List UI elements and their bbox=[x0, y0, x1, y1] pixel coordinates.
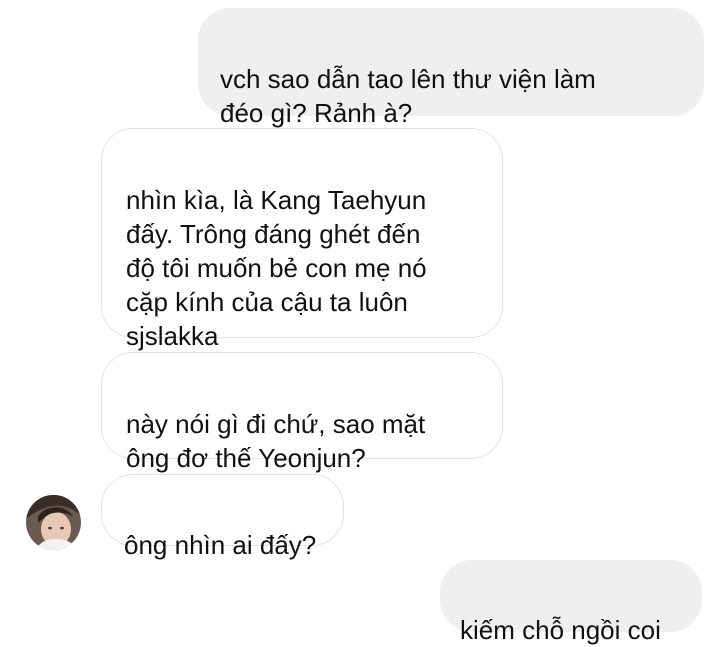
message-bubble-sent[interactable]: kiếm chỗ ngồi coi bbox=[440, 560, 702, 645]
message-text: nhìn kìa, là Kang Taehyun đấy. Trông đán… bbox=[126, 185, 427, 351]
avatar[interactable] bbox=[26, 495, 81, 550]
message-text: vch sao dẫn tao lên thư viện làm đéo gì?… bbox=[220, 64, 596, 128]
avatar-icon bbox=[26, 495, 81, 550]
message-text: kiếm chỗ ngồi coi bbox=[460, 615, 661, 645]
message-text: ông nhìn ai đấy? bbox=[124, 530, 317, 560]
message-bubble-sent[interactable]: vch sao dẫn tao lên thư viện làm đéo gì?… bbox=[198, 8, 704, 128]
message-text: này nói gì đi chứ, sao mặt ông đơ thế Ye… bbox=[126, 409, 426, 473]
chat-thread: vch sao dẫn tao lên thư viện làm đéo gì?… bbox=[0, 0, 720, 645]
message-bubble-received[interactable]: ông nhìn ai đấy? bbox=[101, 474, 344, 560]
message-bubble-received[interactable]: này nói gì đi chứ, sao mặt ông đơ thế Ye… bbox=[101, 352, 503, 473]
message-bubble-received[interactable]: nhìn kìa, là Kang Taehyun đấy. Trông đán… bbox=[101, 128, 503, 351]
